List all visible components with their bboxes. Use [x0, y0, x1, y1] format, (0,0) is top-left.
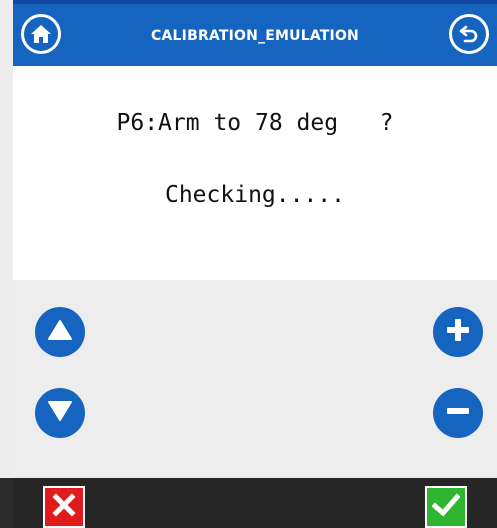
decrease-arrow-button[interactable] — [35, 388, 85, 438]
calibration-screen: CALIBRATION_EMULATION P6:Arm to 78 deg ?… — [0, 0, 497, 528]
minus-icon — [445, 398, 471, 428]
cancel-button[interactable] — [43, 486, 85, 528]
back-arrow-icon — [458, 23, 480, 45]
footer-bar — [13, 478, 497, 528]
calibration-prompt: P6:Arm to 78 deg ? — [116, 110, 394, 136]
back-button[interactable] — [449, 14, 489, 54]
left-edge-strip — [0, 0, 13, 528]
main-panel: CALIBRATION_EMULATION P6:Arm to 78 deg ?… — [13, 0, 497, 528]
check-mark-icon — [431, 492, 461, 522]
message-area: P6:Arm to 78 deg ? Checking..... — [13, 66, 497, 280]
triangle-up-icon — [47, 319, 73, 345]
plus-icon — [445, 317, 471, 347]
left-edge-footer-strip — [0, 478, 13, 528]
increase-arrow-button[interactable] — [35, 307, 85, 357]
page-title: CALIBRATION_EMULATION — [151, 28, 359, 44]
plus-button[interactable] — [433, 307, 483, 357]
header-bar: CALIBRATION_EMULATION — [13, 0, 497, 66]
status-text: Checking..... — [164, 182, 345, 208]
controls-area — [13, 280, 497, 478]
x-mark-icon — [51, 492, 77, 522]
triangle-down-icon — [47, 400, 73, 426]
confirm-button[interactable] — [425, 486, 467, 528]
minus-button[interactable] — [433, 388, 483, 438]
